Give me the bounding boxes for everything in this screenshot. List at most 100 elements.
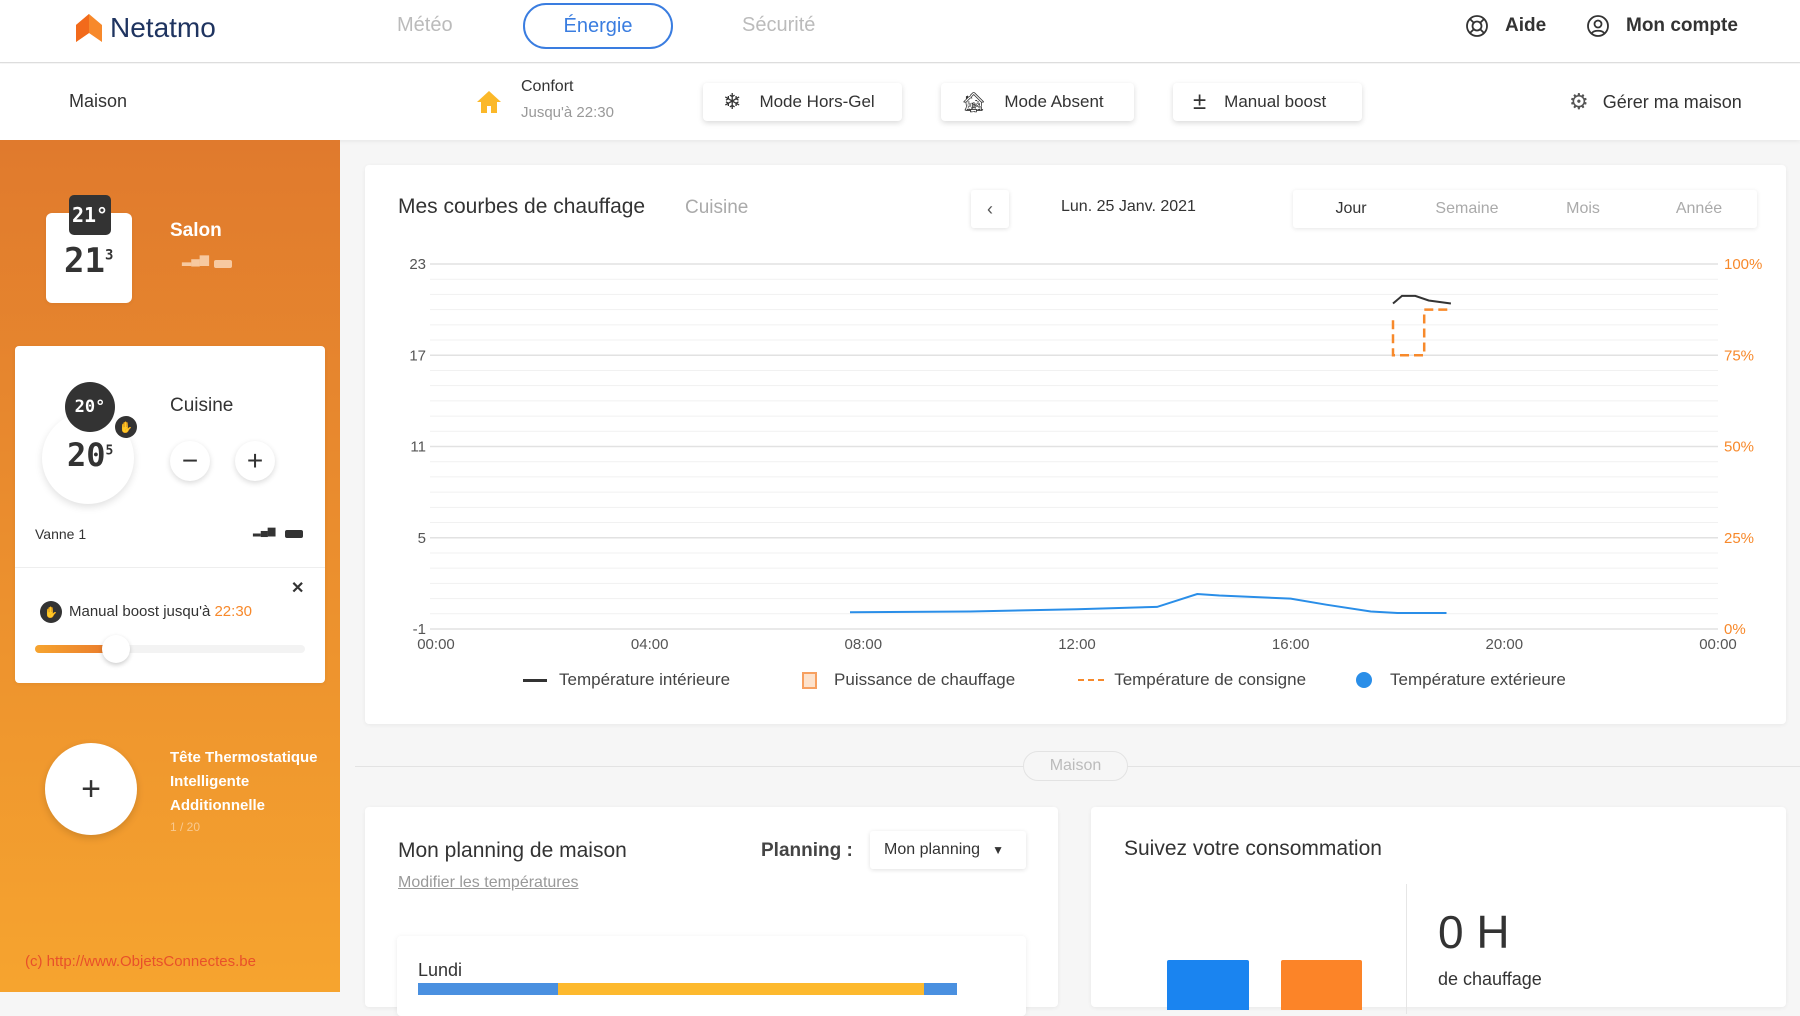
heating-chart-card: Mes courbes de chauffage Cuisine ‹ Lun. … [365, 165, 1786, 724]
salon-temperature: 21 [64, 241, 105, 281]
salon-thermostat[interactable]: 21° 213 [46, 195, 132, 305]
day-schedule: Lundi [397, 936, 1026, 1016]
y-tick-label: 11 [410, 439, 426, 456]
gear-icon: ⚙ [1569, 89, 1589, 114]
frost-mode-label: Mode Hors-Gel [759, 92, 875, 111]
chart-legend: Température intérieure Puissance de chau… [523, 670, 1566, 690]
close-boost-icon[interactable]: ✕ [291, 578, 304, 598]
watermark: (c) http://www.ObjetsConnectes.be [25, 953, 256, 970]
cuisine-temperature: 20 [67, 436, 106, 474]
salon-setpoint: 21° [69, 195, 111, 235]
boost-slider-handle[interactable] [102, 635, 130, 663]
user-icon [1587, 15, 1609, 37]
decrease-temperature-button[interactable]: − [170, 441, 210, 481]
planning-select[interactable]: Mon planning ▼ [870, 831, 1026, 869]
legend-exterior: Température extérieure [1390, 670, 1566, 689]
home-name: Maison [69, 91, 128, 111]
planning-label: Planning : [761, 840, 853, 861]
legend-power: Puissance de chauffage [834, 670, 1016, 689]
y-right-tick-label: 100% [1724, 256, 1762, 273]
salon-name: Salon [170, 220, 222, 241]
away-house-icon: 🏚 [961, 91, 987, 114]
consumption-card: Suivez votre consommation 0 H de chauffa… [1091, 807, 1786, 1014]
x-tick-label: 16:00 [1272, 636, 1310, 653]
legend-dashed-icon [1078, 679, 1105, 681]
plus-minus-icon: ± [1193, 88, 1207, 115]
tab-energie[interactable]: Énergie [523, 3, 673, 49]
manage-home-label: Gérer ma maison [1602, 91, 1742, 112]
device-count: 1 / 20 [170, 820, 201, 834]
manual-boost-button[interactable]: ± Manual boost [1173, 83, 1362, 121]
lifebuoy-icon [1466, 15, 1488, 37]
consumption-title: Suivez votre consommation [1124, 837, 1382, 860]
legend-dot-icon [1356, 672, 1373, 688]
hand-icon: ✋ [40, 601, 62, 623]
tab-securite[interactable]: Sécurité [742, 14, 815, 37]
manual-boost-label: Manual boost [1224, 92, 1327, 111]
legend-box-icon [802, 671, 818, 689]
brand-name: Netatmo [110, 12, 216, 43]
cuisine-card: 20° ✋ 205 Cuisine − + Vanne 1 ▂▄▆ ✕ ✋ Ma… [15, 346, 325, 683]
account-link[interactable]: Mon compte [1586, 14, 1738, 38]
increase-temperature-button[interactable]: + [235, 441, 275, 481]
x-tick-label: 00:00 [417, 636, 455, 653]
manage-home-link[interactable]: ⚙ Gérer ma maison [1569, 89, 1742, 115]
x-tick-label: 04:00 [631, 636, 669, 653]
y-tick-label: 17 [409, 347, 426, 364]
frost-mode-button[interactable]: ❄ Mode Hors-Gel [703, 83, 902, 121]
home-toolbar: Maison Confort Jusqu'à 22:30 ❄ Mode Hors-… [0, 64, 1800, 140]
x-tick-label: 00:00 [1699, 636, 1737, 653]
help-link[interactable]: Aide [1465, 14, 1546, 38]
legend-setpoint: Température de consigne [1114, 670, 1307, 689]
battery-icon [214, 260, 232, 268]
heating-chart: 2317115-1100%75%50%25%0%00:00 04:00 08:00 1… [409, 256, 1762, 653]
cuisine-temperature-decimal: 5 [105, 443, 114, 459]
boost-slider[interactable] [35, 635, 305, 663]
divider [15, 567, 325, 568]
y-tick-label: 5 [418, 530, 426, 547]
series-line-0 [1392, 294, 1452, 305]
day-label: Lundi [418, 960, 463, 980]
snowflake-icon: ❄ [723, 89, 742, 114]
salon-temperature-decimal: 3 [104, 247, 114, 264]
heating-hours: 0 H [1438, 906, 1510, 958]
legend-interior: Température intérieure [559, 670, 731, 689]
consumption-bar-orange [1281, 960, 1362, 1010]
house-icon [477, 91, 501, 113]
section-label: Maison [1023, 751, 1128, 781]
series-line-3 [849, 592, 1447, 614]
legend-line-icon [523, 678, 547, 682]
mode-name: Confort [521, 78, 574, 95]
account-label: Mon compte [1626, 15, 1738, 36]
sidebar: 21° 213 Salon ▂▄▆ 20° ✋ 205 Cuisine − + … [0, 140, 340, 992]
top-navigation: Netatmo Météo Énergie Sécurité Aide Mon … [0, 0, 1800, 63]
planning-selected: Mon planning [884, 841, 981, 858]
consumption-bar-blue [1167, 960, 1249, 1010]
add-valve-button[interactable]: + [45, 743, 137, 835]
signal-icon: ▂▄▆ [182, 252, 209, 266]
add-valve-label: Tête Thermostatique Intelligente Additio… [170, 749, 318, 814]
away-mode-button[interactable]: 🏚 Mode Absent [941, 83, 1134, 121]
cuisine-name: Cuisine [170, 395, 234, 416]
away-mode-label: Mode Absent [1004, 92, 1104, 111]
y-right-tick-label: 75% [1724, 347, 1754, 364]
series-line-2 [1391, 308, 1451, 357]
y-tick-label: 23 [409, 256, 426, 273]
help-label: Aide [1505, 15, 1547, 36]
x-tick-label: 20:00 [1486, 636, 1524, 653]
x-tick-label: 12:00 [1058, 636, 1096, 653]
schedule-bar[interactable] [418, 983, 957, 995]
planning-title: Mon planning de maison [398, 839, 627, 862]
battery-icon [285, 530, 303, 538]
boost-time: 22:30 [214, 603, 253, 620]
signal-icon: ▂▄▆ [253, 526, 276, 537]
netatmo-logo[interactable]: Netatmo [76, 12, 216, 44]
divider [1406, 884, 1407, 1014]
tab-meteo[interactable]: Météo [397, 14, 453, 37]
mode-until: Jusqu'à 22:30 [521, 104, 614, 121]
edit-temperatures-link[interactable]: Modifier les températures [398, 874, 579, 892]
y-right-tick-label: 50% [1724, 439, 1754, 456]
planning-card: Mon planning de maison Planning : Mon pl… [365, 807, 1058, 1016]
valve-name: Vanne 1 [35, 526, 87, 542]
netatmo-logo-icon [76, 14, 102, 42]
